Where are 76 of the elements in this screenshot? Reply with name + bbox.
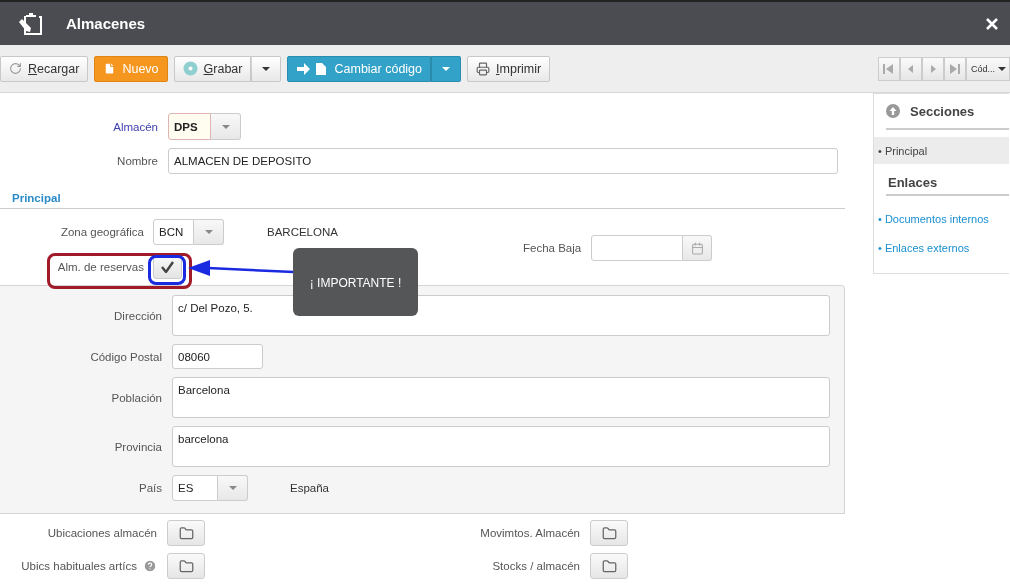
- field-label: Nombre: [116, 155, 158, 167]
- zone-field[interactable]: BCN: [153, 219, 194, 245]
- caret-icon: [262, 64, 271, 73]
- text-area[interactable]: c/ Del Pozo, 5.: [172, 295, 830, 336]
- sidebar-link[interactable]: • Enlaces externos: [874, 234, 1009, 263]
- folder-icon: [601, 558, 617, 574]
- check-icon: [161, 260, 174, 273]
- previous-button[interactable]: [900, 56, 922, 81]
- window-title: Almacenes: [66, 15, 147, 32]
- link-label: Movimtos. Almacén: [480, 527, 580, 539]
- sidebar-heading: Secciones: [886, 94, 1009, 130]
- name-field[interactable]: ALMACEN DE DEPOSITO: [168, 148, 838, 174]
- folder-icon: [601, 525, 617, 541]
- caret-icon: [204, 228, 213, 236]
- previous-icon: [907, 64, 915, 73]
- postal-code-field[interactable]: 08060: [172, 344, 263, 369]
- country-field[interactable]: ES: [172, 475, 218, 501]
- first-record-button[interactable]: [878, 56, 900, 81]
- arrow-document-icon: [296, 61, 329, 76]
- dropdown-button[interactable]: [211, 113, 241, 140]
- field-label: Dirección: [113, 309, 162, 322]
- link-label: Ubics habituales artícs: [21, 560, 137, 572]
- save-button[interactable]: Grabar: [173, 55, 252, 82]
- warehouse-field[interactable]: DPS: [168, 113, 211, 140]
- section-title: Principal: [0, 192, 845, 209]
- dropdown-button[interactable]: [431, 55, 462, 82]
- sidebar-heading: Enlaces: [886, 170, 1009, 196]
- dropdown-button[interactable]: [251, 55, 282, 82]
- next-button[interactable]: [922, 56, 944, 81]
- field-label: Almacén: [112, 120, 158, 133]
- link-label: Ubicaciones almacén: [47, 527, 157, 539]
- sidebar-link[interactable]: • Documentos internos: [874, 205, 1009, 234]
- folder-button[interactable]: [167, 553, 205, 579]
- caret-icon: [221, 122, 230, 131]
- first-icon: [883, 63, 895, 74]
- sort-dropdown[interactable]: Cód...: [966, 56, 1010, 81]
- text-area[interactable]: Barcelona: [172, 377, 830, 418]
- calendar-button[interactable]: [683, 235, 713, 261]
- date-field[interactable]: [591, 235, 684, 261]
- zone-description: BARCELONA: [266, 226, 339, 238]
- folder-button[interactable]: [590, 520, 628, 546]
- calendar-icon: [690, 241, 704, 255]
- printer-icon: [476, 61, 491, 76]
- folder-icon: [178, 558, 194, 574]
- reload-button[interactable]: Recargar: [0, 55, 89, 82]
- callout-note: ¡ IMPORTANTE !: [293, 248, 418, 316]
- clipboard-pencil-icon: [18, 10, 44, 37]
- field-label: Fecha Baja: [523, 241, 582, 256]
- print-button[interactable]: Imprimir: [467, 55, 551, 82]
- field-label: País: [138, 482, 162, 494]
- last-record-button[interactable]: [944, 56, 966, 81]
- dropdown-button[interactable]: [194, 219, 224, 245]
- caret-icon: [442, 64, 451, 73]
- document-icon: [103, 62, 117, 75]
- last-icon: [949, 63, 961, 74]
- disc-icon: [182, 61, 198, 76]
- folder-button[interactable]: [167, 520, 205, 546]
- caret-icon: [998, 64, 1006, 73]
- field-label: Alm. de reservas: [56, 260, 144, 273]
- next-icon: [929, 64, 937, 73]
- link-label: Stocks / almacén: [492, 560, 580, 572]
- country-description: España: [289, 482, 329, 494]
- field-label: Código Postal: [89, 350, 162, 363]
- field-label: Zona geográfica: [59, 226, 144, 238]
- caret-icon: [228, 484, 237, 492]
- text-area[interactable]: barcelona: [172, 426, 830, 467]
- folder-icon: [178, 525, 194, 541]
- reload-icon: [9, 62, 22, 75]
- up-arrow-icon: [886, 104, 900, 118]
- help-icon[interactable]: [143, 559, 157, 573]
- dropdown-button[interactable]: [218, 475, 248, 501]
- sidebar-item[interactable]: • Principal: [874, 137, 1009, 164]
- field-label: Población: [110, 391, 162, 404]
- folder-button[interactable]: [590, 553, 628, 579]
- field-label: Provincia: [113, 440, 162, 453]
- close-icon[interactable]: [986, 17, 998, 30]
